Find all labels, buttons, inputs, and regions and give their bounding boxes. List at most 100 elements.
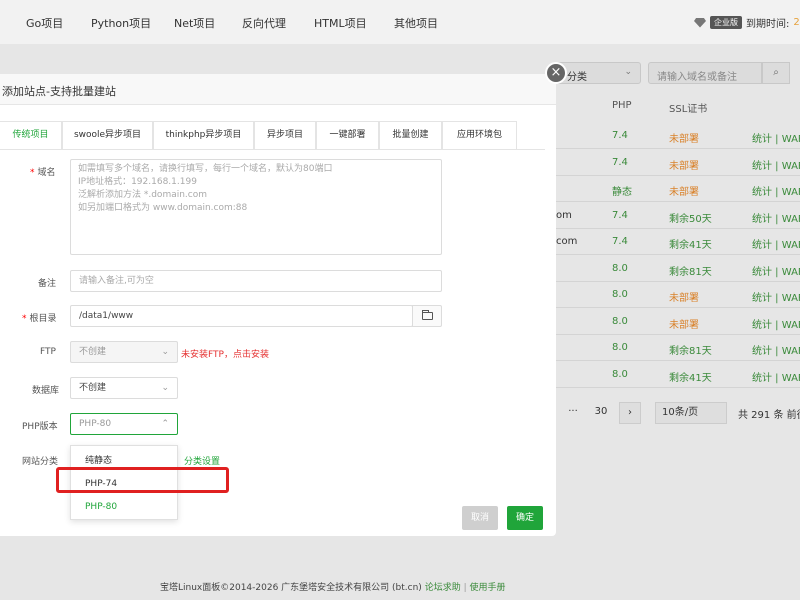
table-row-divider (556, 360, 800, 361)
table-row-divider (556, 227, 800, 229)
php-version-select-value: PHP-80 (79, 419, 112, 429)
ftp-label: FTP (40, 347, 56, 357)
domain-hint-line: IP地址格式：192.168.1.199 (78, 177, 197, 187)
site-domain-cell[interactable]: com (556, 236, 577, 247)
tab-one-click-deploy[interactable]: 一键部署 (316, 121, 379, 149)
site-ssl-cell[interactable]: 未部署 (669, 157, 699, 172)
tab-app-env-package[interactable]: 应用环境包 (442, 121, 517, 149)
site-search-input[interactable]: 请输入域名或备注 (648, 62, 762, 84)
domain-textarea[interactable]: 如需填写多个域名，请换行填写，每行一个域名，默认为80端口 IP地址格式：192… (70, 159, 442, 255)
nav-go-projects[interactable]: Go项目 (26, 15, 63, 31)
table-row-divider (556, 174, 800, 176)
site-ops-cell[interactable]: 统计 | WAF (752, 289, 800, 304)
site-ssl-cell[interactable]: 剩余50天 (669, 210, 712, 225)
tab-batch-create[interactable]: 批量创建 (379, 121, 442, 149)
site-php-cell[interactable]: 8.0 (612, 289, 628, 300)
diamond-icon (694, 17, 706, 28)
site-domain-cell[interactable]: om (556, 210, 572, 221)
site-ssl-cell[interactable]: 未部署 (669, 289, 699, 304)
close-icon[interactable]: × (545, 62, 567, 84)
tab-traditional[interactable]: 传统项目 (0, 121, 62, 149)
php-option-80[interactable]: PHP-80 (71, 496, 177, 518)
ssl-column-header[interactable]: SSL证书 (669, 100, 707, 115)
domain-hint-line: 泛解析添加方法 *.domain.com (78, 190, 208, 200)
nav-python-projects[interactable]: Python项目 (91, 15, 151, 31)
site-ops-cell[interactable]: 统计 | WAF (752, 130, 800, 145)
chevron-up-icon: ⌃ (161, 419, 169, 429)
site-php-cell[interactable]: 静态 (612, 183, 632, 198)
site-php-cell[interactable]: 8.0 (612, 369, 628, 380)
footer-manual-link[interactable]: 使用手册 (469, 583, 505, 593)
domain-label: * 域名 (30, 168, 56, 178)
site-ops-cell[interactable]: 统计 | WAF (752, 263, 800, 278)
expire-label: 到期时间: (746, 19, 790, 30)
footer: 宝塔Linux面板©2014-2026 广东堡塔安全技术有限公司 (bt.cn)… (160, 583, 506, 593)
table-row-divider (556, 201, 800, 202)
folder-picker-button[interactable] (412, 305, 442, 327)
site-php-cell[interactable]: 7.4 (612, 236, 628, 247)
remark-input[interactable]: 请输入备注,可为空 (70, 270, 442, 292)
domain-label-text: 域名 (37, 168, 56, 178)
tab-async[interactable]: 异步项目 (254, 121, 316, 149)
site-ssl-cell[interactable]: 未部署 (669, 183, 699, 198)
database-select[interactable]: 不创建 ⌄ (70, 377, 178, 399)
ftp-install-link[interactable]: 未安装FTP，点击安装 (181, 347, 269, 360)
pager-ellipsis[interactable]: ··· (563, 402, 583, 424)
search-icon[interactable]: ⌕ (762, 62, 790, 84)
nav-net-projects[interactable]: Net项目 (174, 15, 215, 31)
site-ops-cell[interactable]: 统计 | WAF (752, 342, 800, 357)
database-select-value: 不创建 (79, 383, 107, 393)
tab-thinkphp[interactable]: thinkphp异步项目 (153, 121, 254, 149)
site-ops-cell[interactable]: 统计 | WAF (752, 183, 800, 198)
site-php-cell[interactable]: 7.4 (612, 130, 628, 141)
cancel-button[interactable]: 取消 (462, 506, 498, 530)
site-php-cell[interactable]: 8.0 (612, 263, 628, 274)
dialog-title: 添加站点-支持批量建站 (2, 85, 116, 98)
php-version-select[interactable]: PHP-80 ⌃ (70, 413, 178, 435)
chevron-down-icon: ⌄ (161, 347, 169, 357)
page-size-select[interactable]: 10条/页 (655, 402, 727, 424)
site-ops-cell[interactable]: 统计 | WAF (752, 316, 800, 331)
dialog-header: 添加站点-支持批量建站 (0, 74, 556, 105)
site-php-cell[interactable]: 8.0 (612, 342, 628, 353)
site-php-cell[interactable]: 7.4 (612, 210, 628, 221)
category-settings-link[interactable]: 分类设置 (184, 454, 220, 467)
root-dir-label: * 根目录 (22, 314, 57, 324)
root-dir-input[interactable]: /data1/www (70, 305, 413, 327)
confirm-button[interactable]: 确定 (507, 506, 543, 530)
top-nav: Go项目 Python项目 Net项目 反向代理 HTML项目 其他项目 企业版… (0, 0, 800, 44)
pager-last-page[interactable]: 30 (589, 402, 613, 424)
expire-value: 20 (793, 17, 800, 28)
nav-html-projects[interactable]: HTML项目 (314, 15, 367, 31)
folder-icon (422, 310, 433, 320)
site-ssl-cell[interactable]: 剩余41天 (669, 236, 712, 251)
pager-next[interactable]: › (619, 402, 641, 424)
project-type-tabs: 传统项目 swoole异步项目 thinkphp异步项目 异步项目 一键部署 批… (0, 121, 545, 150)
site-ssl-cell[interactable]: 未部署 (669, 130, 699, 145)
ftp-select[interactable]: 不创建 ⌄ (70, 341, 178, 363)
category-filter-select[interactable]: 分类 ⌄ (556, 62, 641, 84)
tab-swoole[interactable]: swoole异步项目 (62, 121, 153, 149)
category-label: 网站分类 (22, 457, 59, 467)
category-filter-label: 分类 (567, 72, 587, 83)
site-ops-cell[interactable]: 统计 | WAF (752, 210, 800, 225)
total-count: 共 291 条 (738, 410, 784, 421)
site-ops-cell[interactable]: 统计 | WAF (752, 369, 800, 384)
nav-other-projects[interactable]: 其他项目 (394, 15, 438, 31)
site-ssl-cell[interactable]: 剩余81天 (669, 263, 712, 278)
site-ssl-cell[interactable]: 剩余41天 (669, 369, 712, 384)
site-ssl-cell[interactable]: 剩余81天 (669, 342, 712, 357)
table-row-divider (556, 333, 800, 335)
php-column-header: PHP (612, 100, 632, 111)
site-ssl-cell[interactable]: 未部署 (669, 316, 699, 331)
nav-reverse-proxy[interactable]: 反向代理 (242, 15, 286, 31)
chevron-down-icon: ⌄ (161, 383, 169, 393)
table-row-divider (556, 254, 800, 255)
site-ops-cell[interactable]: 统计 | WAF (752, 157, 800, 172)
site-php-cell[interactable]: 7.4 (612, 157, 628, 168)
site-php-cell[interactable]: 8.0 (612, 316, 628, 327)
pager-total: 共 291 条 前往 (738, 406, 800, 421)
footer-forum-link[interactable]: 论坛求助 (425, 583, 461, 593)
site-ops-cell[interactable]: 统计 | WAF (752, 236, 800, 251)
site-search-placeholder: 请输入域名或备注 (657, 72, 737, 83)
